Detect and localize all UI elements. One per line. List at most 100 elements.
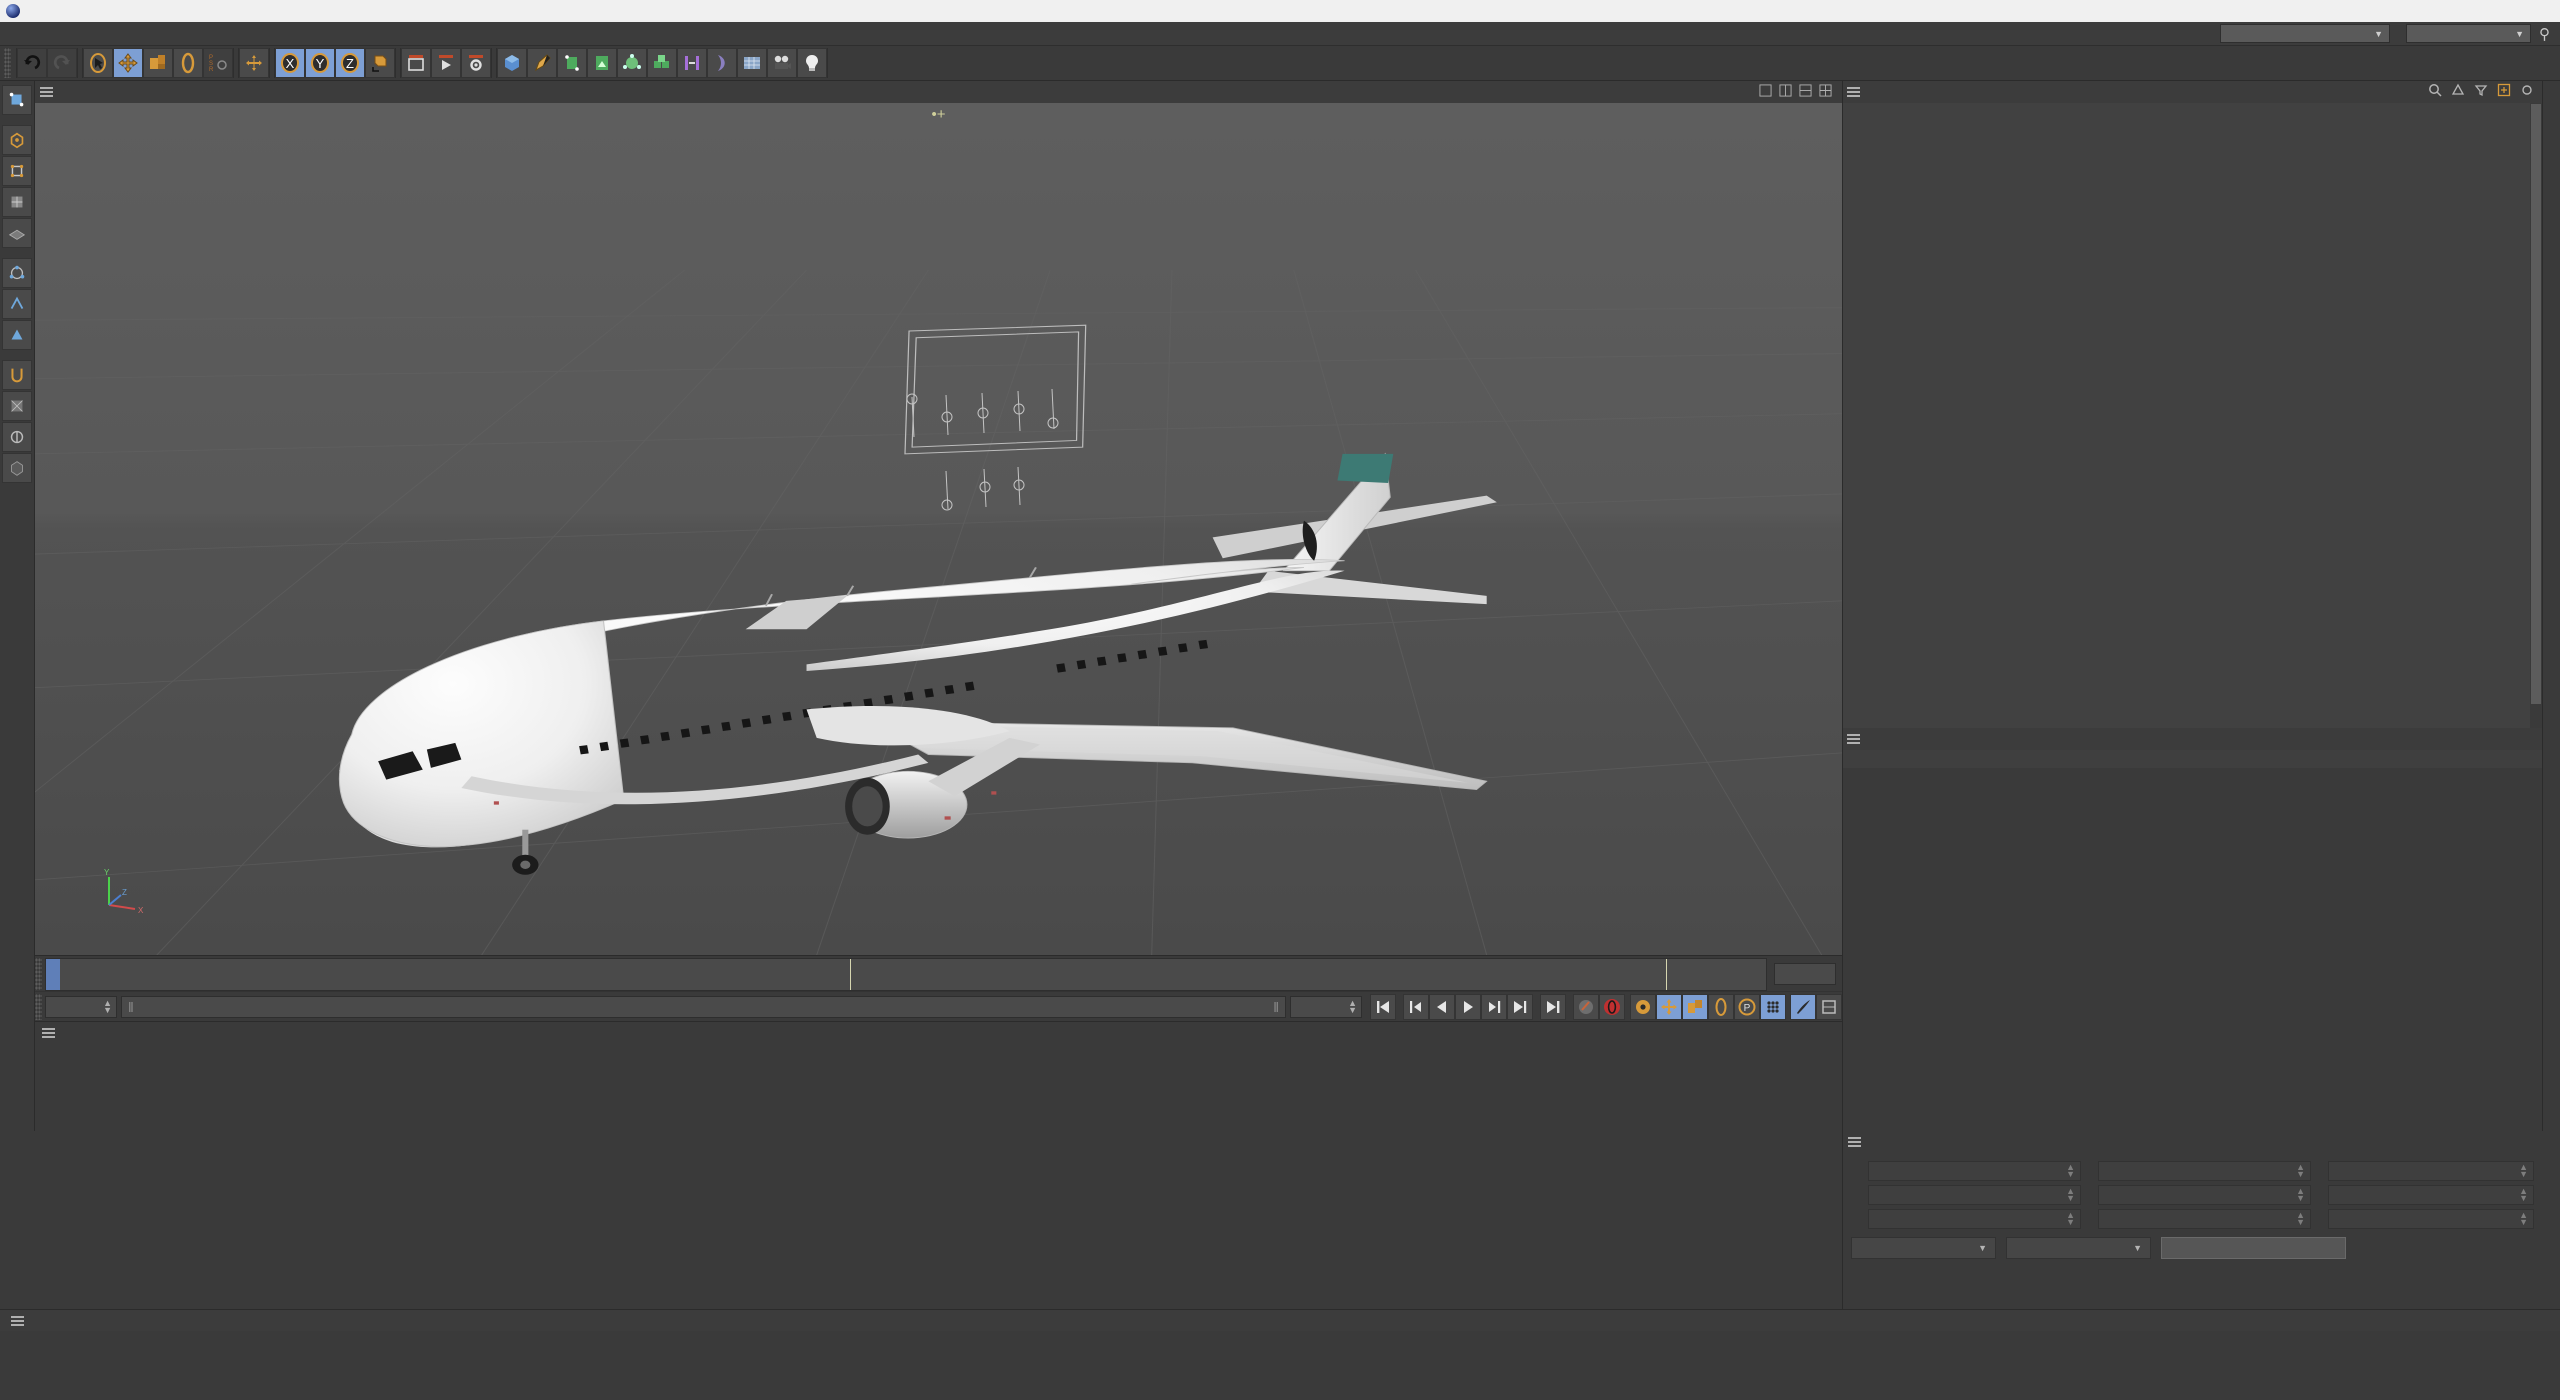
object-filter-icon[interactable] (2474, 83, 2488, 101)
make-editable-button[interactable] (2, 85, 32, 115)
nurbs-button[interactable] (557, 48, 587, 78)
select-tool-button[interactable] (83, 48, 113, 78)
stepper-arrows-icon[interactable]: ▲ ▼ (2519, 1163, 2528, 1179)
controller-panel-overlay[interactable] (894, 375, 1072, 525)
keyframe-position-button[interactable] (1630, 993, 1656, 1020)
texture-mode-button[interactable] (2, 187, 32, 217)
array-button[interactable] (587, 48, 617, 78)
close-button[interactable] (2514, 0, 2560, 22)
previous-key-button[interactable] (1403, 993, 1429, 1020)
record-active-objects-button[interactable] (1573, 993, 1599, 1020)
spline-pen-button[interactable] (527, 48, 557, 78)
keyframe-parameter-button[interactable]: P (1734, 993, 1760, 1020)
redo-button[interactable] (47, 48, 77, 78)
object-menu-hamburger-icon[interactable] (1843, 87, 1863, 97)
keyframe-rotation-button[interactable] (1708, 993, 1734, 1020)
go-to-end-button[interactable] (1540, 993, 1566, 1020)
object-tree-scrollbar[interactable] (2530, 103, 2542, 728)
layers-menu-hamburger-icon[interactable] (1843, 734, 1863, 744)
stepper-arrows-icon[interactable]: ▲ ▼ (2519, 1187, 2528, 1203)
go-to-start-button[interactable] (1370, 993, 1396, 1020)
field-button[interactable] (677, 48, 707, 78)
stepper-arrows-icon[interactable]: ▲ ▼ (2296, 1163, 2305, 1179)
viewport-solo-button[interactable] (2, 422, 32, 452)
model-mode-button[interactable] (2, 125, 32, 155)
object-manager-tree[interactable] (1843, 103, 2542, 728)
material-menu-hamburger-icon[interactable] (35, 1028, 61, 1038)
x-axis-lock-button[interactable]: X (275, 48, 305, 78)
y-axis-lock-button[interactable]: Y (305, 48, 335, 78)
material-list[interactable] (35, 1044, 1842, 1131)
keyframe-move-button[interactable] (1656, 993, 1682, 1020)
stepper-arrows-icon[interactable]: ▲ ▼ (103, 998, 112, 1014)
workplane-lock-button[interactable] (2, 391, 32, 421)
step-forward-button[interactable] (1481, 993, 1507, 1020)
stepper-arrows-icon[interactable]: ▲ ▼ (2066, 1187, 2075, 1203)
undo-button[interactable] (17, 48, 47, 78)
edge-mode-button[interactable] (2, 289, 32, 319)
render-to-picture-viewer-button[interactable] (431, 48, 461, 78)
rotation-b-input[interactable]: ▲ ▼ (2328, 1209, 2534, 1229)
stepper-arrows-icon[interactable]: ▲ ▼ (2296, 1211, 2305, 1227)
stepper-arrows-icon[interactable]: ▲ ▼ (1348, 998, 1357, 1014)
rotation-h-input[interactable]: ▲ ▼ (2328, 1161, 2534, 1181)
timeline-grip[interactable] (35, 958, 42, 990)
next-key-button[interactable] (1507, 993, 1533, 1020)
object-mode-button[interactable] (2, 156, 32, 186)
scrollbar-thumb[interactable] (2531, 104, 2541, 704)
position-y-input[interactable]: ▲ ▼ (1868, 1185, 2081, 1205)
world-object-coordinate-button[interactable] (365, 48, 395, 78)
snap-button[interactable] (2, 360, 32, 390)
rotate-tool-button[interactable] (173, 48, 203, 78)
search-icon[interactable]: ⚲ (2539, 25, 2550, 43)
maximize-button[interactable] (2468, 0, 2514, 22)
status-hamburger-icon[interactable] (6, 1315, 28, 1326)
size-x-input[interactable]: ▲ ▼ (2098, 1161, 2311, 1181)
keyframe-scale-button[interactable] (1682, 993, 1708, 1020)
camera-button[interactable] (767, 48, 797, 78)
timeline-range-field[interactable]: ‖ ‖ (121, 995, 1286, 1018)
end-frame-input[interactable]: ▲ ▼ (1290, 995, 1362, 1018)
object-add-icon[interactable] (2497, 83, 2511, 101)
viewport-quad-icon[interactable] (1819, 83, 1832, 101)
mograph-button[interactable] (647, 48, 677, 78)
autokeying-button[interactable] (1599, 993, 1625, 1020)
viewport-3d[interactable]: •+ Y X Z (35, 103, 1842, 955)
stepper-arrows-icon[interactable]: ▲ ▼ (2066, 1211, 2075, 1227)
polygon-mode-button[interactable] (2, 320, 32, 350)
viewport-menu-hamburger-icon[interactable] (35, 87, 57, 97)
level-of-detail-button[interactable] (1816, 993, 1842, 1020)
auto-redraw-button[interactable] (1790, 993, 1816, 1020)
deformer-button[interactable] (617, 48, 647, 78)
apply-button[interactable] (2161, 1237, 2346, 1259)
effector-button[interactable] (707, 48, 737, 78)
node-space-dropdown[interactable]: ▼ (2220, 24, 2390, 43)
object-options-icon[interactable] (2520, 83, 2534, 101)
viewport-maximize-icon[interactable] (1759, 83, 1772, 101)
light-button[interactable] (797, 48, 827, 78)
object-search-icon[interactable] (2428, 83, 2442, 101)
move-tool-button[interactable] (113, 48, 143, 78)
coordinate-mode-select[interactable]: ▼ (2006, 1237, 2151, 1259)
rotation-p-input[interactable]: ▲ ▼ (2328, 1185, 2534, 1205)
play-button[interactable] (1455, 993, 1481, 1020)
viewport-split-h-icon[interactable] (1779, 83, 1792, 101)
keyframe-pla-button[interactable] (1760, 993, 1786, 1020)
size-y-input[interactable]: ▲ ▼ (2098, 1185, 2311, 1205)
transport-grip[interactable] (35, 993, 42, 1020)
render-view-button[interactable] (401, 48, 431, 78)
move-axis-button[interactable] (239, 48, 269, 78)
cube-primitive-button[interactable] (497, 48, 527, 78)
size-z-input[interactable]: ▲ ▼ (2098, 1209, 2311, 1229)
minimize-button[interactable] (2422, 0, 2468, 22)
axis-lock-button[interactable] (2, 453, 32, 483)
coordinates-hamburger-icon[interactable] (1843, 1137, 1865, 1147)
stepper-arrows-icon[interactable]: ▲ ▼ (2296, 1187, 2305, 1203)
scale-tool-button[interactable] (143, 48, 173, 78)
point-mode-button[interactable] (2, 258, 32, 288)
stepper-arrows-icon[interactable]: ▲ ▼ (2066, 1163, 2075, 1179)
timeline-ruler[interactable] (45, 958, 1767, 991)
viewport-split-v-icon[interactable] (1799, 83, 1812, 101)
z-axis-lock-button[interactable]: Z (335, 48, 365, 78)
layout-dropdown[interactable]: ▼ (2406, 24, 2531, 43)
